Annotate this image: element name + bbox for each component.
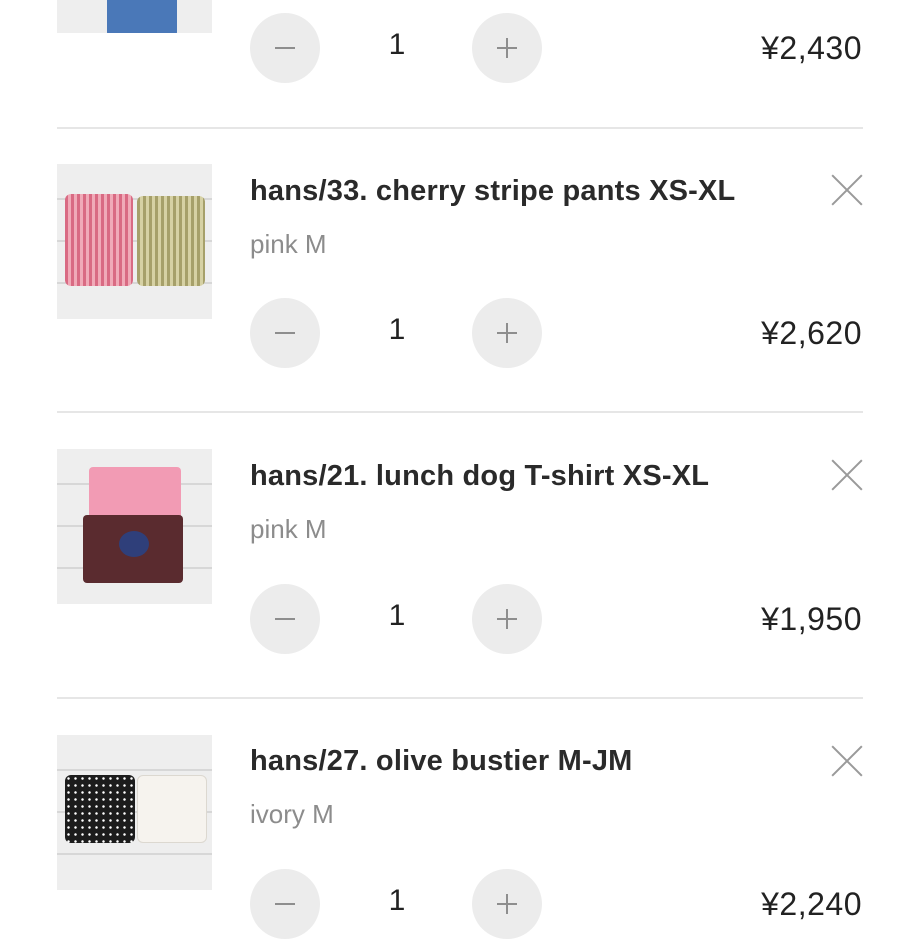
decrease-quantity-button[interactable] (250, 298, 320, 368)
minus-icon (275, 47, 295, 49)
decrease-quantity-button[interactable] (250, 869, 320, 939)
quantity-value: 1 (388, 28, 406, 61)
product-title[interactable]: hans/27. olive bustier M-JM (250, 745, 633, 778)
increase-quantity-button[interactable] (472, 584, 542, 654)
increase-quantity-button[interactable] (472, 298, 542, 368)
remove-item-button[interactable] (826, 454, 868, 496)
divider (57, 697, 863, 699)
quantity-value: 1 (388, 313, 406, 346)
decrease-quantity-button[interactable] (250, 13, 320, 83)
product-title[interactable]: hans/33. cherry stripe pants XS-XL (250, 175, 735, 208)
product-thumbnail[interactable] (57, 449, 212, 604)
quantity-value: 1 (388, 599, 406, 632)
item-price: ¥2,240 (761, 886, 862, 922)
product-option: pink M (250, 229, 327, 259)
product-option: ivory M (250, 799, 334, 829)
remove-item-button[interactable] (826, 169, 868, 211)
quantity-value: 1 (388, 884, 406, 917)
item-price: ¥2,620 (761, 315, 862, 351)
remove-item-button[interactable] (826, 740, 868, 782)
divider (57, 411, 863, 413)
minus-icon (275, 332, 295, 334)
product-thumbnail[interactable] (57, 0, 212, 33)
product-option: pink M (250, 514, 327, 544)
product-thumbnail[interactable] (57, 164, 212, 319)
product-title[interactable]: hans/21. lunch dog T-shirt XS-XL (250, 460, 709, 493)
product-thumbnail[interactable] (57, 735, 212, 890)
increase-quantity-button[interactable] (472, 13, 542, 83)
minus-icon (275, 618, 295, 620)
divider (57, 127, 863, 129)
increase-quantity-button[interactable] (472, 869, 542, 939)
decrease-quantity-button[interactable] (250, 584, 320, 654)
minus-icon (275, 903, 295, 905)
cart-item-list: 1 ¥2,430 hans/33. cherry stripe pants XS… (0, 0, 920, 939)
item-price: ¥2,430 (761, 30, 862, 66)
item-price: ¥1,950 (761, 601, 862, 637)
